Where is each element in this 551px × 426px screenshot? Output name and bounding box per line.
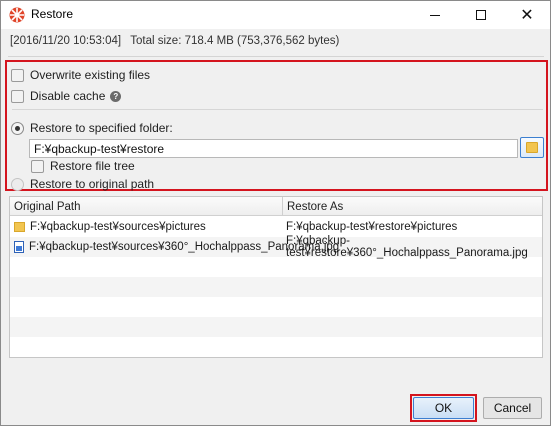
overwrite-option[interactable]: Overwrite existing files (11, 68, 150, 82)
restore-to-folder-option[interactable]: Restore to specified folder: (11, 121, 173, 135)
restore-file-table[interactable]: Original Path Restore As F:¥qbackup-test… (9, 196, 543, 358)
overwrite-checkbox[interactable] (11, 68, 24, 82)
restore-to-folder-radio[interactable] (11, 121, 24, 135)
restore-to-original-label: Restore to original path (30, 177, 155, 191)
restore-to-folder-label: Restore to specified folder: (30, 121, 173, 135)
app-logo-icon (9, 7, 25, 23)
original-path-cell: F:¥qbackup-test¥sources¥pictures (14, 217, 206, 237)
restore-as-cell: F:¥qbackup-test¥restore¥360°_Hochalppass… (286, 235, 528, 259)
ok-button[interactable]: OK (413, 397, 474, 419)
folder-icon (526, 142, 538, 153)
overwrite-label: Overwrite existing files (30, 68, 151, 82)
backup-info: [2016/11/20 10:53:04] Total size: 718.4 … (10, 35, 339, 47)
cancel-button[interactable]: Cancel (483, 397, 542, 419)
help-icon[interactable]: ? (110, 90, 122, 102)
empty-row (10, 297, 542, 317)
browse-folder-button[interactable] (520, 137, 544, 158)
column-header-original-path[interactable]: Original Path (14, 201, 80, 213)
restore-options-group: Overwrite existing files Disable cache ?… (5, 60, 548, 191)
table-row[interactable]: F:¥qbackup-test¥sources¥360°_Hochalppass… (10, 235, 542, 259)
empty-row (10, 337, 542, 357)
column-header-restore-as[interactable]: Restore As (287, 201, 343, 213)
window-title: Restore (31, 7, 74, 21)
folder-icon (14, 222, 25, 232)
close-button[interactable]: ✕ (504, 1, 550, 29)
total-size: Total size: 718.4 MB (753,376,562 bytes) (130, 35, 340, 47)
maximize-icon (476, 10, 486, 20)
restore-to-original-option[interactable]: Restore to original path (11, 177, 154, 191)
restore-as-cell: F:¥qbackup-test¥restore¥pictures (286, 221, 458, 233)
restore-dialog: Restore ✕ [2016/11/20 10:53:04] Total si… (0, 0, 551, 426)
table-row[interactable]: F:¥qbackup-test¥sources¥pictures F:¥qbac… (10, 217, 542, 237)
backup-timestamp: [2016/11/20 10:53:04] (10, 35, 122, 47)
maximize-button[interactable] (458, 1, 504, 29)
restore-file-tree-checkbox[interactable] (31, 159, 44, 173)
minimize-button[interactable] (412, 1, 458, 29)
folder-path-input[interactable] (29, 139, 518, 158)
column-divider[interactable] (282, 197, 283, 216)
table-header: Original Path Restore As (10, 197, 542, 216)
restore-file-tree-label: Restore file tree (50, 159, 135, 173)
disable-cache-option[interactable]: Disable cache ? (11, 89, 122, 103)
minimize-icon (430, 14, 440, 16)
restore-file-tree-option[interactable]: Restore file tree (31, 159, 135, 173)
options-divider (12, 109, 543, 110)
empty-row (10, 277, 542, 297)
original-path-text: F:¥qbackup-test¥sources¥pictures (30, 221, 206, 233)
image-file-icon (14, 241, 24, 253)
disable-cache-checkbox[interactable] (11, 89, 24, 103)
empty-row (10, 317, 542, 337)
title-bar[interactable]: Restore ✕ (1, 1, 550, 29)
close-icon: ✕ (520, 5, 534, 24)
divider (8, 56, 544, 57)
disable-cache-label: Disable cache (30, 89, 106, 103)
empty-row (10, 257, 542, 277)
restore-to-original-radio[interactable] (11, 177, 24, 191)
